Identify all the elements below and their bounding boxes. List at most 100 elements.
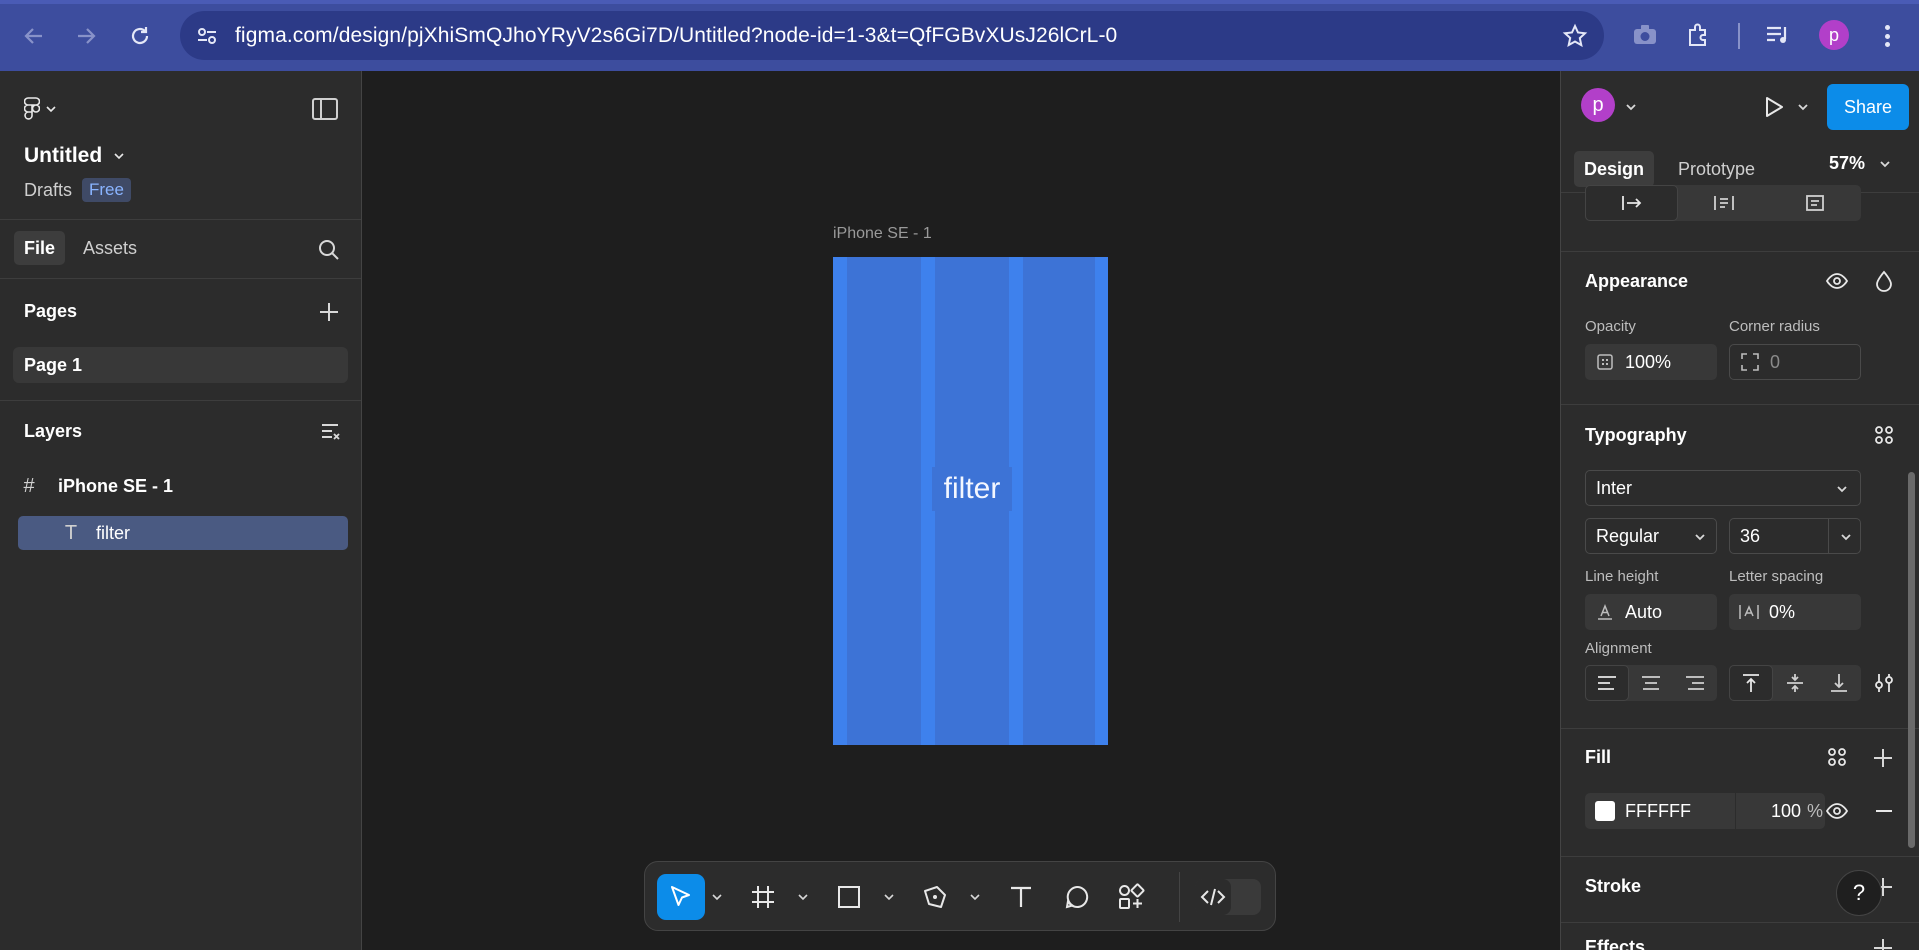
- screenshot-button[interactable]: [1630, 20, 1660, 50]
- type-settings-icon[interactable]: [1872, 671, 1896, 695]
- share-button[interactable]: Share: [1827, 84, 1909, 130]
- drafts-link[interactable]: Drafts: [24, 180, 72, 201]
- help-button[interactable]: ?: [1836, 870, 1882, 916]
- corner-radius-field[interactable]: 0: [1729, 344, 1861, 380]
- align-right-button[interactable]: [1673, 665, 1717, 701]
- text-tool[interactable]: [1003, 874, 1039, 920]
- file-title-button[interactable]: Untitled: [24, 144, 124, 168]
- page-item[interactable]: Page 1: [13, 347, 348, 383]
- frame-label[interactable]: iPhone SE - 1: [833, 225, 932, 243]
- layer-frame[interactable]: # iPhone SE - 1: [18, 469, 348, 503]
- remove-fill-icon[interactable]: [1872, 799, 1896, 823]
- fill-styles-icon[interactable]: [1825, 745, 1849, 769]
- bookmark-star-icon[interactable]: [1562, 23, 1588, 49]
- text-layer-filter[interactable]: filter: [932, 467, 1012, 511]
- chevron-down-icon[interactable]: [1797, 101, 1809, 113]
- comment-tool[interactable]: [1059, 874, 1095, 920]
- forward-button[interactable]: [70, 20, 102, 52]
- layers-heading: Layers: [24, 421, 83, 441]
- text-resize-control: [1585, 185, 1861, 221]
- extensions-button[interactable]: [1684, 20, 1714, 50]
- align-bottom-button[interactable]: [1817, 665, 1861, 701]
- font-weight-select[interactable]: Regular: [1585, 518, 1717, 554]
- align-left-button[interactable]: [1585, 665, 1629, 701]
- font-family-select[interactable]: Inter: [1585, 470, 1861, 506]
- file-title: Untitled: [24, 144, 103, 167]
- plan-badge[interactable]: Free: [82, 178, 131, 202]
- puzzle-icon: [1689, 23, 1706, 46]
- profile-avatar[interactable]: p: [1819, 20, 1849, 50]
- chevron-down-icon[interactable]: [884, 892, 894, 902]
- search-icon[interactable]: [318, 239, 340, 261]
- divider: [1561, 922, 1919, 923]
- text-icon: [1011, 886, 1031, 907]
- eye-icon[interactable]: [1825, 269, 1849, 293]
- layer-options-icon[interactable]: [320, 422, 342, 442]
- tab-design[interactable]: Design: [1574, 151, 1655, 187]
- arrow-left-icon: [24, 28, 42, 44]
- zoom-control[interactable]: 57%: [1829, 153, 1891, 174]
- auto-height-option[interactable]: [1678, 185, 1769, 221]
- align-top-button[interactable]: [1729, 665, 1773, 701]
- divider: [1561, 728, 1919, 729]
- opacity-label: Opacity: [1585, 318, 1636, 335]
- dev-mode-toggle[interactable]: [1195, 879, 1261, 915]
- add-fill-icon[interactable]: [1872, 747, 1894, 769]
- auto-width-option[interactable]: [1585, 185, 1679, 221]
- fill-opacity-value[interactable]: 100: [1771, 801, 1801, 822]
- chevron-down-icon[interactable]: [798, 892, 808, 902]
- layer-text[interactable]: T filter: [18, 516, 348, 550]
- letter-spacing-field[interactable]: 0%: [1729, 594, 1861, 630]
- present-play-icon[interactable]: [1761, 95, 1785, 119]
- actions-tool[interactable]: [1113, 874, 1149, 920]
- align-middle-button[interactable]: [1773, 665, 1817, 701]
- fixed-size-option[interactable]: [1770, 185, 1861, 221]
- move-tool[interactable]: [657, 874, 705, 920]
- pen-tool[interactable]: [917, 874, 953, 920]
- media-controls-button[interactable]: [1763, 20, 1793, 50]
- tab-file[interactable]: File: [14, 231, 66, 265]
- eye-icon[interactable]: [1825, 799, 1849, 823]
- user-avatar[interactable]: p: [1581, 88, 1615, 122]
- text-styles-icon[interactable]: [1872, 423, 1896, 447]
- fill-hex-value: FFFFFF: [1625, 800, 1691, 821]
- align-center-button[interactable]: [1629, 665, 1673, 701]
- canvas[interactable]: iPhone SE - 1 filter: [362, 71, 1560, 950]
- divider: [0, 219, 361, 220]
- font-family-value: Inter: [1596, 477, 1633, 498]
- reload-button[interactable]: [124, 20, 156, 52]
- opacity-field[interactable]: 100%: [1585, 344, 1717, 380]
- site-settings-icon[interactable]: [196, 25, 218, 47]
- sidebar-toggle-icon[interactable]: [312, 98, 338, 120]
- cursor-icon: [671, 886, 690, 906]
- tab-assets[interactable]: Assets: [73, 231, 147, 265]
- layout-grid-column: [1023, 257, 1095, 745]
- browser-menu-button[interactable]: [1875, 22, 1899, 50]
- tab-prototype[interactable]: Prototype: [1668, 151, 1765, 187]
- layout-grid-gutter: [1095, 257, 1108, 745]
- right-panel-scrollbar[interactable]: [1908, 472, 1915, 848]
- add-effect-icon[interactable]: [1872, 937, 1894, 950]
- url-text[interactable]: figma.com/design/pjXhiSmQJhoYRyV2s6Gi7D/…: [235, 24, 1117, 48]
- iphone-frame[interactable]: filter: [833, 257, 1108, 745]
- frame-tool[interactable]: [745, 874, 781, 920]
- chevron-down-icon[interactable]: [712, 892, 722, 902]
- main-menu-button[interactable]: [24, 97, 56, 121]
- add-page-icon[interactable]: [318, 301, 340, 323]
- chevron-down-icon[interactable]: [970, 892, 980, 902]
- blend-mode-drop-icon[interactable]: [1872, 269, 1896, 293]
- font-size-field[interactable]: 36: [1729, 518, 1861, 554]
- field-divider: [1828, 519, 1829, 553]
- fill-color-swatch[interactable]: [1595, 801, 1615, 821]
- chevron-down-icon[interactable]: [1840, 531, 1852, 543]
- comment-icon: [1065, 885, 1089, 909]
- pages-heading: Pages: [24, 301, 78, 321]
- back-button[interactable]: [18, 20, 50, 52]
- letter-spacing-label: Letter spacing: [1729, 568, 1824, 585]
- line-height-field[interactable]: Auto: [1585, 594, 1717, 630]
- chevron-down-icon[interactable]: [1625, 101, 1637, 113]
- arrow-right-icon: [78, 28, 96, 44]
- rectangle-tool[interactable]: [831, 874, 867, 920]
- address-bar[interactable]: figma.com/design/pjXhiSmQJhoYRyV2s6Gi7D/…: [180, 11, 1604, 60]
- fill-color-field[interactable]: FFFFFF 100 %: [1585, 793, 1825, 829]
